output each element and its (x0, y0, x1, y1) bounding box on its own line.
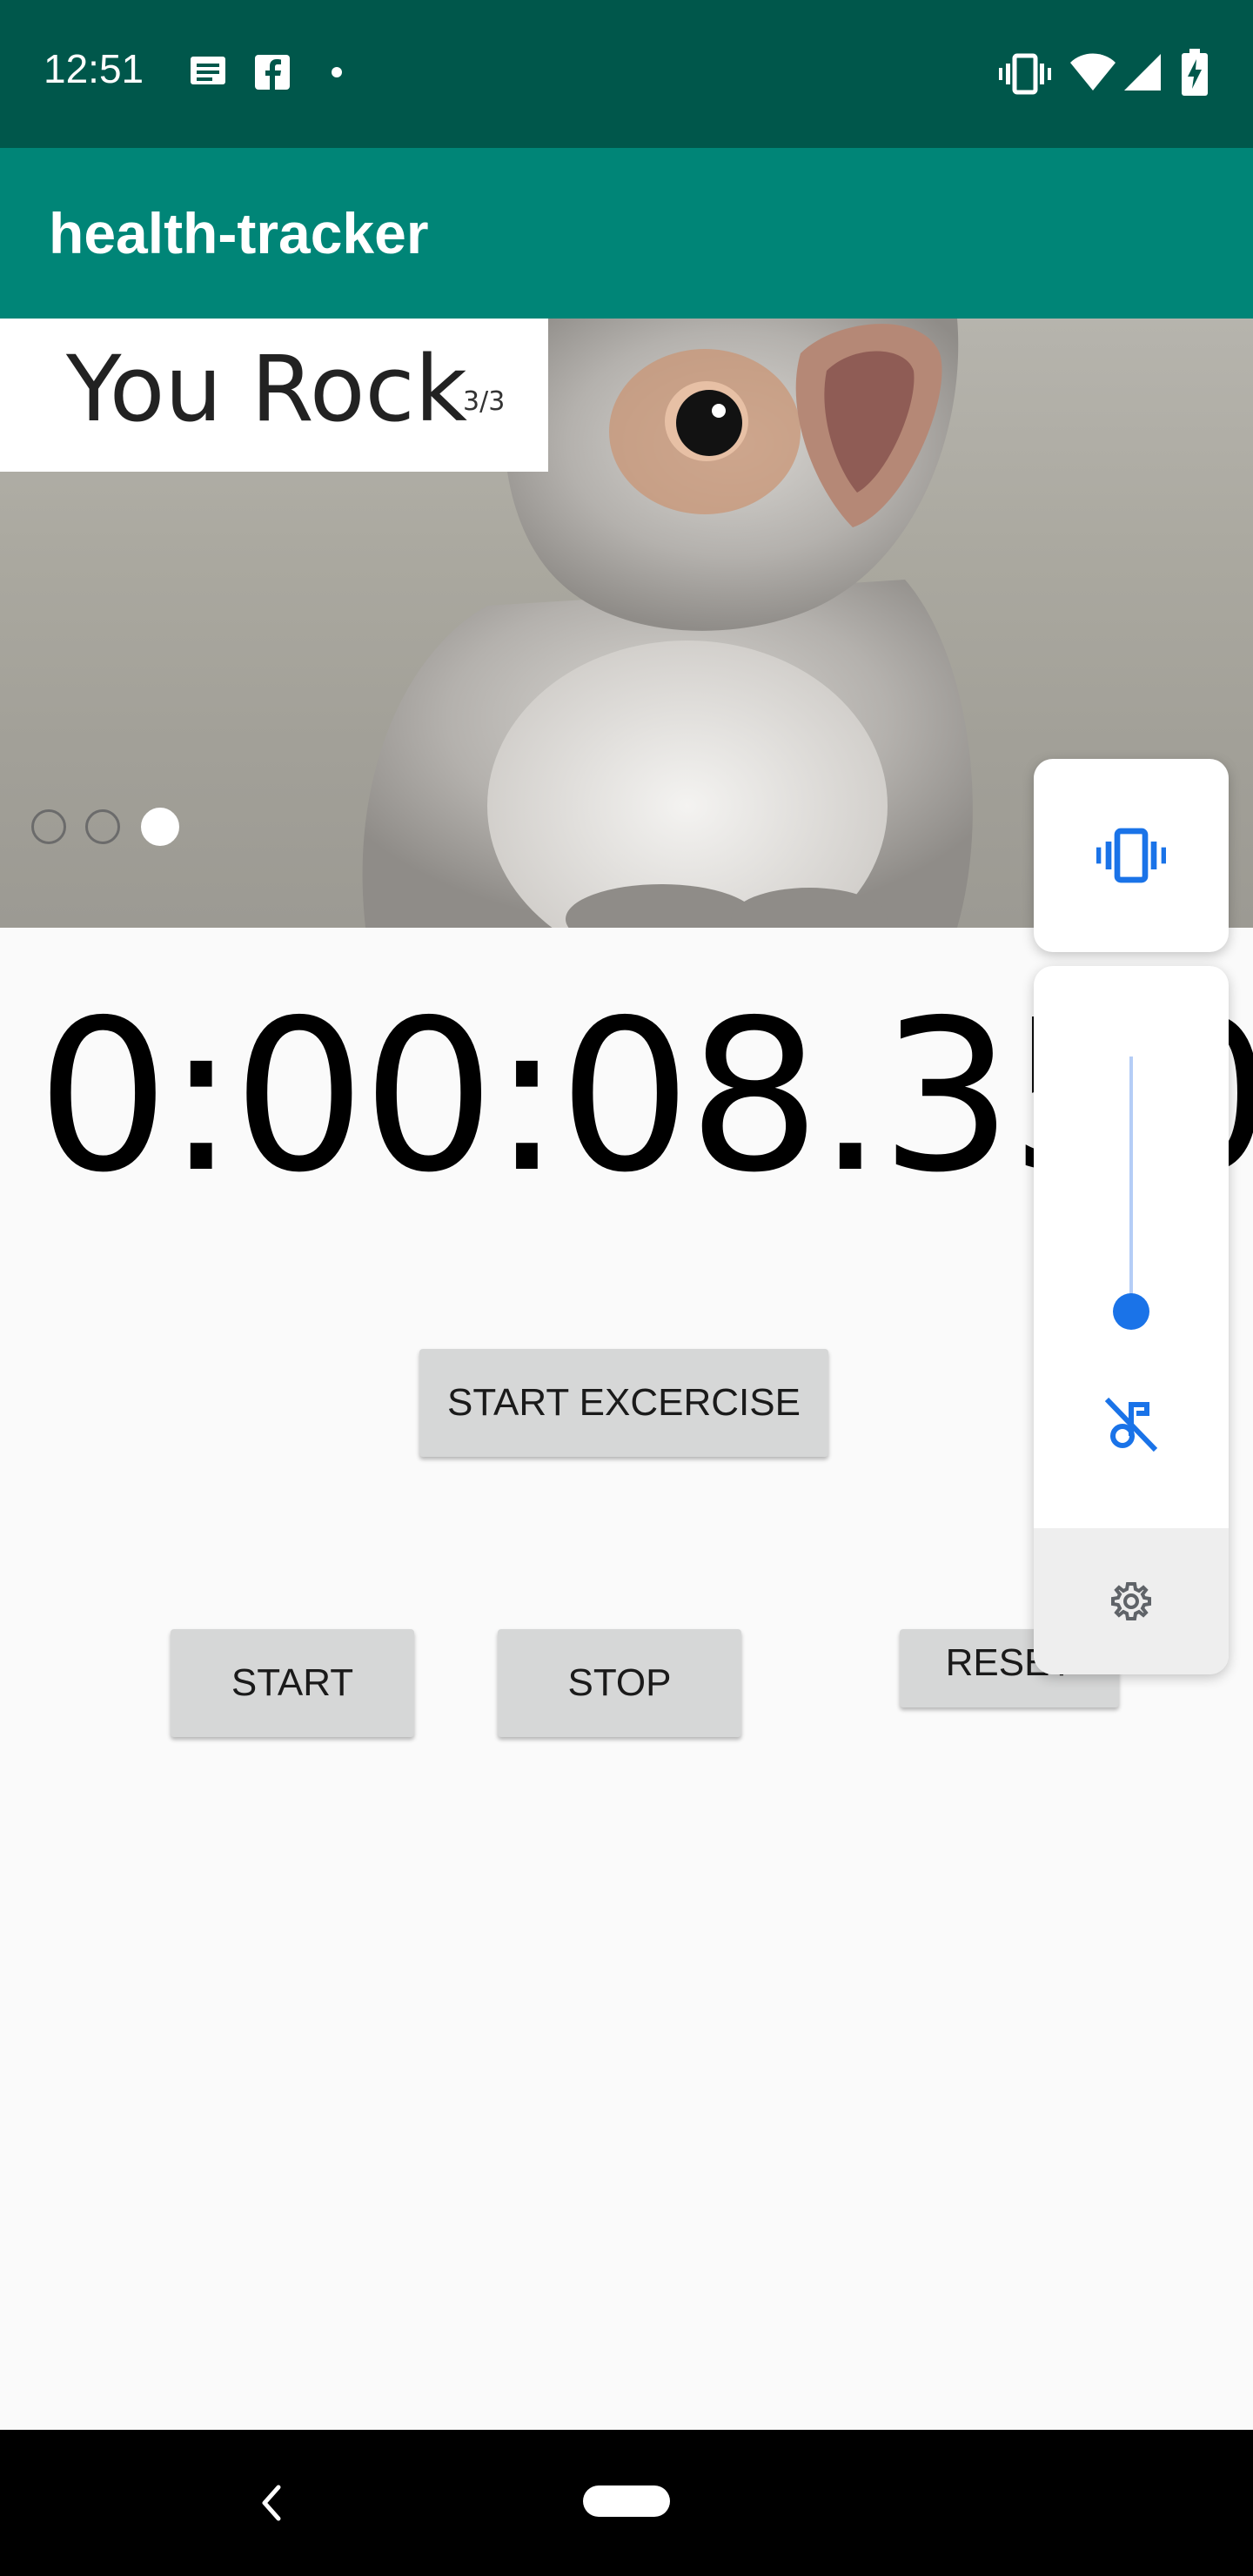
volume-settings-area[interactable] (1034, 1528, 1229, 1674)
status-bar: 12:51 (0, 0, 1253, 148)
stop-button[interactable]: STOP (498, 1629, 741, 1737)
carousel-dot-2[interactable] (85, 809, 120, 844)
start-button[interactable]: START (171, 1629, 414, 1737)
carousel-caption: You Rock (66, 336, 467, 442)
start-exercise-button[interactable]: START EXCERCISE (419, 1349, 828, 1457)
carousel-dot-1[interactable] (31, 809, 66, 844)
navigation-bar (0, 2430, 1253, 2576)
carousel-counter: 3/3 (463, 386, 506, 417)
battery-charging-icon (1182, 49, 1208, 100)
start-exercise-label: START EXCERCISE (447, 1381, 801, 1424)
app-bar: health-tracker (0, 148, 1253, 319)
music-muted-icon[interactable] (1100, 1392, 1163, 1459)
app-title: health-tracker (49, 201, 429, 265)
message-icon (188, 52, 228, 97)
stop-label: STOP (567, 1661, 672, 1704)
gear-icon[interactable] (1110, 1580, 1152, 1627)
start-label: START (231, 1661, 354, 1704)
carousel-dot-3[interactable] (141, 808, 179, 846)
status-time: 12:51 (44, 46, 144, 91)
volume-slider[interactable] (1034, 966, 1229, 1340)
volume-panel (1034, 966, 1229, 1674)
vibrate-mode-icon[interactable] (1096, 825, 1166, 890)
volume-slider-thumb[interactable] (1113, 1293, 1149, 1330)
signal-icon (1122, 52, 1163, 97)
dot-icon (331, 66, 343, 83)
ringer-mode-card[interactable] (1034, 759, 1229, 952)
home-pill-icon[interactable] (583, 2485, 670, 2517)
caption-box: You Rock 3/3 (0, 319, 548, 472)
facebook-icon (252, 52, 292, 97)
back-icon[interactable] (258, 2484, 284, 2526)
volume-slider-track (1129, 1057, 1133, 1309)
vibrate-icon (999, 52, 1051, 100)
wifi-icon (1069, 52, 1117, 97)
